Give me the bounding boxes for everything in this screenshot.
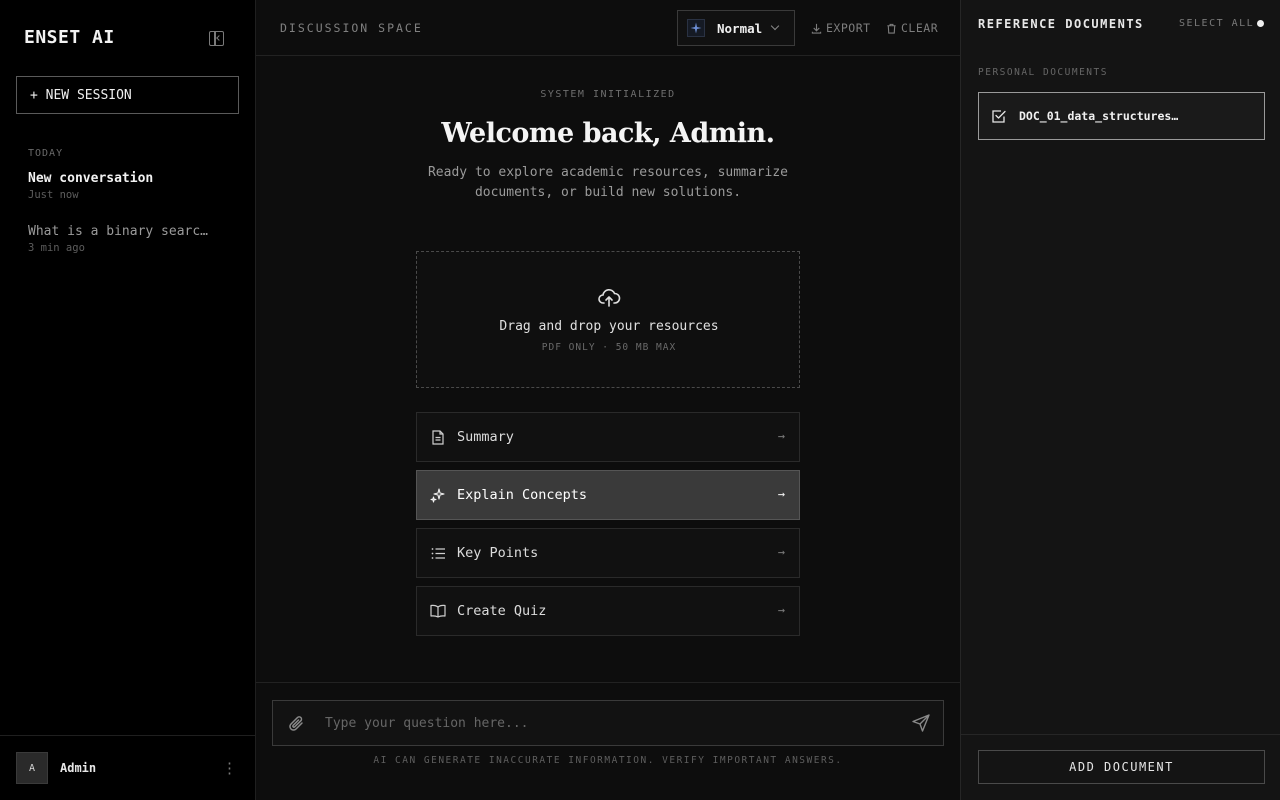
document-card[interactable]: DOC_01_data_structures…: [978, 92, 1265, 140]
ai-disclaimer: AI CAN GENERATE INACCURATE INFORMATION. …: [373, 755, 843, 766]
new-session-button[interactable]: + NEW SESSION: [16, 76, 239, 114]
mode-select[interactable]: Normal: [677, 10, 795, 46]
send-icon[interactable]: [911, 713, 931, 733]
conversation-title: What is a binary searc…: [28, 224, 209, 239]
add-document-button[interactable]: ADD DOCUMENT: [978, 750, 1265, 784]
action-label: Create Quiz: [457, 603, 547, 619]
conversation-time: 3 min ago: [28, 242, 85, 254]
document-name: DOC_01_data_structures…: [1019, 109, 1179, 123]
trash-icon: [887, 23, 896, 34]
question-input[interactable]: [325, 701, 885, 745]
user-bar: A Admin ⋮: [0, 735, 256, 800]
arrow-right-icon: →: [777, 487, 785, 501]
export-label: EXPORT: [826, 21, 871, 35]
page-title: DISCUSSION SPACE: [280, 21, 423, 35]
composer-area: AI CAN GENERATE INACCURATE INFORMATION. …: [256, 682, 960, 800]
export-button[interactable]: EXPORT: [811, 21, 871, 35]
today-section-label: TODAY: [28, 148, 64, 159]
collapse-sidebar-icon[interactable]: [209, 31, 224, 46]
avatar[interactable]: A: [16, 752, 48, 784]
composer: [272, 700, 944, 746]
clear-label: CLEAR: [901, 21, 939, 35]
conversation-item[interactable]: What is a binary searc… 3 min ago: [28, 224, 228, 254]
arrow-right-icon: →: [777, 603, 785, 617]
topbar: DISCUSSION SPACE Normal EXPORT CLEAR: [256, 0, 960, 56]
conversation-item[interactable]: New conversation Just now: [28, 171, 228, 201]
action-label: Summary: [457, 429, 514, 445]
chevron-down-icon: [770, 21, 780, 31]
dropzone-subtitle: PDF ONLY · 50 MB MAX: [541, 342, 677, 353]
welcome-subtitle: Ready to explore academic resources, sum…: [427, 165, 789, 200]
conversation-time: Just now: [28, 189, 79, 201]
personal-documents-label: PERSONAL DOCUMENTS: [978, 67, 1108, 78]
checkbox-checked-icon[interactable]: [991, 108, 1007, 124]
reference-panel-footer: ADD DOCUMENT: [961, 734, 1280, 800]
select-all-button[interactable]: SELECT ALL: [1179, 18, 1254, 29]
more-options-icon[interactable]: ⋮: [222, 758, 237, 778]
book-icon: [430, 603, 446, 619]
action-label: Key Points: [457, 545, 539, 561]
upload-dropzone[interactable]: Drag and drop your resources PDF ONLY · …: [416, 251, 800, 388]
dropzone-title: Drag and drop your resources: [499, 319, 719, 334]
sparkle-icon: [687, 19, 705, 37]
list-icon: [430, 545, 446, 561]
reference-panel-title: REFERENCE DOCUMENTS: [978, 17, 1144, 31]
sidebar: ENSET AI + NEW SESSION TODAY New convers…: [0, 0, 256, 800]
sparkle-icon: [430, 487, 446, 503]
arrow-right-icon: →: [777, 429, 785, 443]
explain-concepts-action-button[interactable]: Explain Concepts →: [416, 470, 800, 520]
download-icon: [811, 23, 822, 34]
arrow-right-icon: →: [777, 545, 785, 559]
user-name: Admin: [60, 761, 97, 775]
paperclip-icon[interactable]: [287, 714, 307, 734]
system-status-label: SYSTEM INITIALIZED: [540, 89, 676, 100]
reference-panel: REFERENCE DOCUMENTS SELECT ALL PERSONAL …: [960, 0, 1280, 800]
cloud-upload-icon: [598, 289, 621, 307]
mode-label: Normal: [717, 20, 763, 36]
create-quiz-action-button[interactable]: Create Quiz →: [416, 586, 800, 636]
conversation-title: New conversation: [28, 171, 154, 186]
app-brand: ENSET AI: [24, 27, 115, 48]
summary-action-button[interactable]: Summary →: [416, 412, 800, 462]
main-area: DISCUSSION SPACE Normal EXPORT CLEAR SYS…: [256, 0, 960, 800]
welcome-heading: Welcome back, Admin.: [441, 118, 775, 149]
document-icon: [430, 429, 446, 445]
action-label: Explain Concepts: [457, 487, 588, 503]
clear-button[interactable]: CLEAR: [886, 21, 938, 35]
select-all-indicator[interactable]: [1257, 20, 1264, 27]
key-points-action-button[interactable]: Key Points →: [416, 528, 800, 578]
